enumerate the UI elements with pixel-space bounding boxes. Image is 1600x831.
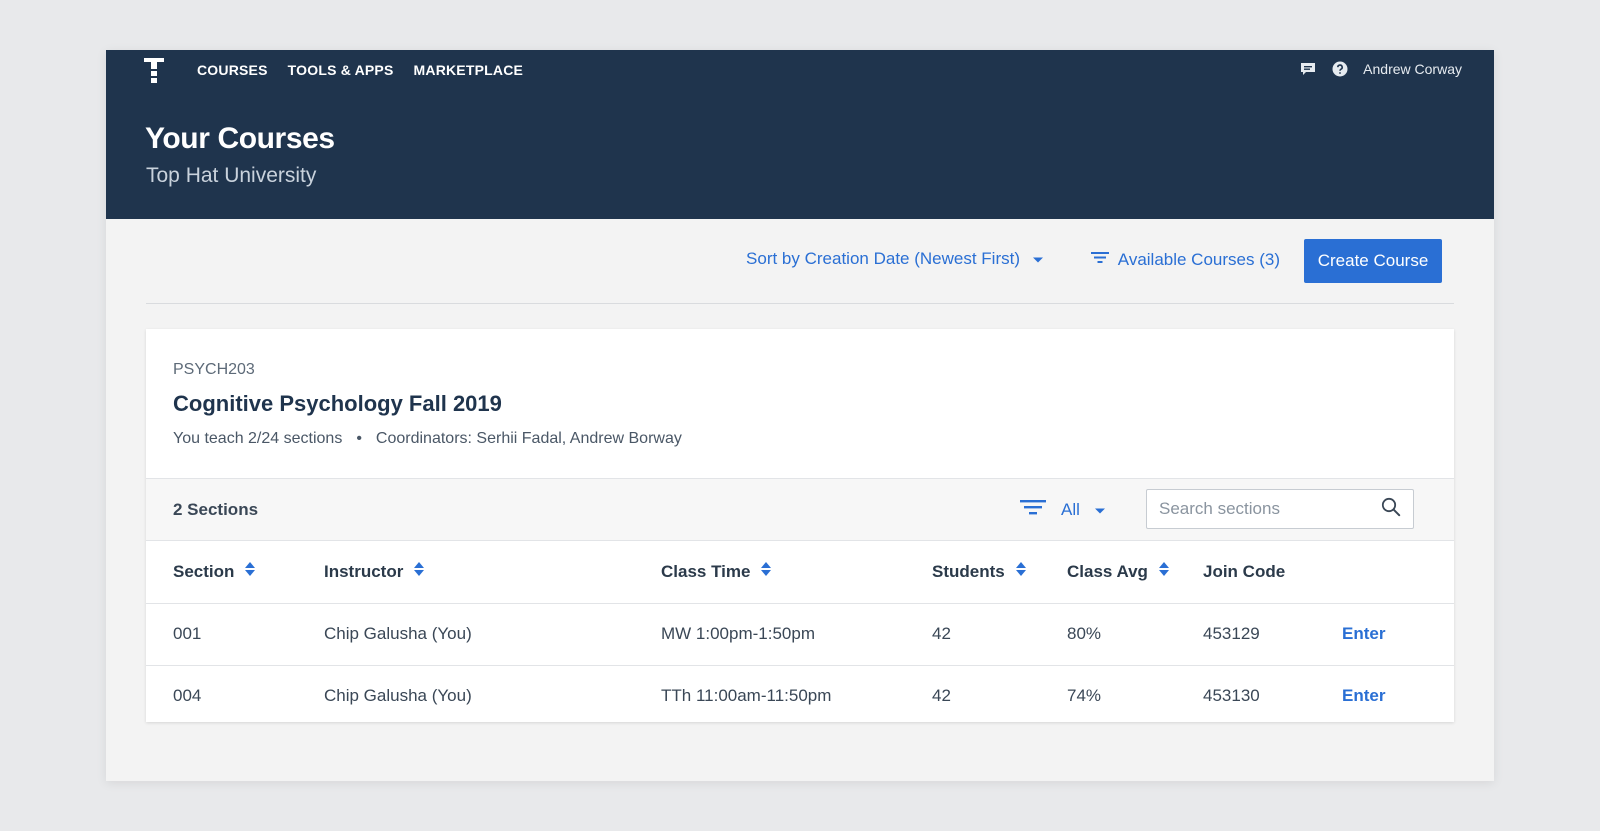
search-sections (1146, 489, 1414, 529)
nav-marketplace[interactable]: MARKETPLACE (414, 62, 524, 78)
header: COURSES TOOLS & APPS MARKETPLACE Andrew … (106, 50, 1494, 219)
cell-students: 42 (932, 686, 951, 706)
search-input[interactable] (1159, 499, 1381, 519)
search-icon[interactable] (1381, 497, 1401, 522)
cell-class-avg: 74% (1067, 686, 1102, 706)
cell-class-time: TTh 11:00am-11:50pm (661, 686, 832, 706)
chevron-down-icon (1094, 500, 1106, 520)
col-class-time-label: Class Time (661, 561, 751, 581)
cell-instructor: Chip Galusha (You) (324, 624, 472, 643)
filter-label: Available Courses (3) (1117, 249, 1280, 269)
col-students-label: Students (932, 561, 1005, 581)
filter-icon (1019, 497, 1047, 522)
app-window: COURSES TOOLS & APPS MARKETPLACE Andrew … (106, 50, 1494, 781)
cell-class-avg: 80% (1067, 624, 1102, 643)
sort-icon (413, 561, 425, 582)
sort-dropdown[interactable]: Sort by Creation Date (Newest First) (746, 249, 1044, 269)
chat-icon[interactable] (1299, 60, 1317, 78)
page-subtitle: Top Hat University (146, 164, 317, 187)
cell-section: 001 (173, 624, 202, 643)
col-instructor-label: Instructor (324, 561, 404, 581)
col-instructor[interactable]: Instructor (324, 541, 661, 603)
user-name[interactable]: Andrew Corway (1363, 61, 1462, 77)
help-icon[interactable] (1331, 60, 1349, 78)
col-join-code: Join Code (1203, 561, 1286, 581)
enter-link[interactable]: Enter (1342, 624, 1385, 643)
col-class-avg-label: Class Avg (1067, 561, 1148, 581)
table-row: 004 Chip Galusha (You) TTh 11:00am-11:50… (146, 665, 1454, 727)
col-class-time[interactable]: Class Time (661, 541, 932, 603)
sections-count: 2 Sections (173, 500, 259, 519)
sections-table: Section Instructor Class Time Students C… (146, 541, 1454, 727)
courses-toolbar: Sort by Creation Date (Newest First) Ava… (146, 219, 1454, 304)
sections-filter-dropdown[interactable]: All (1019, 497, 1106, 522)
page-title: Your Courses (145, 122, 335, 155)
available-courses-filter[interactable]: Available Courses (3) (1090, 249, 1280, 270)
course-meta: You teach 2/24 sections • Coordinators: … (173, 430, 682, 448)
meta-separator: • (356, 430, 362, 447)
coordinators: Coordinators: Serhii Fadal, Andrew Borwa… (375, 430, 682, 447)
sort-icon (1158, 561, 1170, 582)
sort-icon (760, 561, 772, 582)
cell-join-code: 453130 (1203, 686, 1260, 706)
user-area: Andrew Corway (1299, 60, 1462, 78)
col-section-label: Section (173, 561, 235, 581)
sort-icon (1015, 561, 1027, 582)
col-action (1342, 541, 1454, 603)
col-students[interactable]: Students (932, 541, 1067, 603)
cell-class-time: MW 1:00pm-1:50pm (661, 624, 815, 643)
table-row: 001 Chip Galusha (You) MW 1:00pm-1:50pm … (146, 603, 1454, 665)
cell-students: 42 (932, 624, 951, 643)
enter-link[interactable]: Enter (1342, 686, 1385, 705)
chevron-down-icon (1032, 249, 1044, 269)
course-card: PSYCH203 Cognitive Psychology Fall 2019 … (146, 329, 1454, 722)
teach-info: You teach 2/24 sections (173, 430, 343, 447)
table-header-row: Section Instructor Class Time Students C… (146, 541, 1454, 603)
nav-tools-apps[interactable]: TOOLS & APPS (288, 62, 394, 78)
create-course-button[interactable]: Create Course (1304, 239, 1442, 283)
cell-instructor: Chip Galusha (You) (324, 686, 472, 706)
sort-icon (244, 561, 256, 582)
filter-value: All (1061, 499, 1080, 519)
sections-bar: 2 Sections All (146, 479, 1454, 541)
cell-section: 004 (173, 686, 202, 706)
course-name[interactable]: Cognitive Psychology Fall 2019 (173, 391, 502, 417)
sort-label: Sort by Creation Date (Newest First) (746, 249, 1020, 268)
filter-icon (1090, 249, 1110, 270)
col-section[interactable]: Section (146, 541, 324, 603)
nav-courses[interactable]: COURSES (197, 62, 268, 78)
col-class-avg[interactable]: Class Avg (1067, 541, 1203, 603)
cell-join-code: 453129 (1203, 624, 1260, 643)
tophat-logo-icon[interactable] (144, 58, 164, 84)
course-header: PSYCH203 Cognitive Psychology Fall 2019 … (146, 329, 1454, 479)
course-code: PSYCH203 (173, 361, 255, 378)
top-nav: COURSES TOOLS & APPS MARKETPLACE (197, 62, 523, 78)
